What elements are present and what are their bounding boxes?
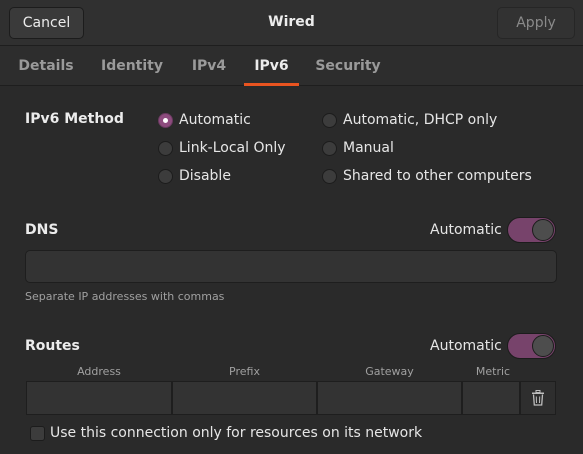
radio-label: Shared to other computers <box>343 168 532 184</box>
routes-automatic-switch[interactable] <box>507 333 556 359</box>
radio-unchecked-icon <box>322 140 337 156</box>
radio-automatic-dhcp-only[interactable]: Automatic, DHCP only <box>322 110 497 130</box>
route-gateway-input[interactable] <box>317 381 462 415</box>
checkbox-label: Use this connection only for resources o… <box>50 425 423 441</box>
radio-unchecked-icon <box>158 168 173 184</box>
radio-label: Automatic <box>179 112 251 128</box>
switch-knob <box>532 335 554 357</box>
radio-shared-to-other-computers[interactable]: Shared to other computers <box>322 166 532 186</box>
dns-automatic-label: Automatic <box>430 222 502 238</box>
only-local-resources-checkbox[interactable]: Use this connection only for resources o… <box>30 425 422 441</box>
radio-unchecked-icon <box>322 112 337 128</box>
route-address-input[interactable] <box>26 381 172 415</box>
dns-hint: Separate IP addresses with commas <box>25 290 225 303</box>
routes-title: Routes <box>25 338 80 354</box>
checkbox-unchecked-icon <box>30 425 45 441</box>
route-row <box>26 381 556 415</box>
delete-route-button[interactable] <box>520 381 556 415</box>
ipv6-method-title: IPv6 Method <box>25 111 124 127</box>
column-header-metric: Metric <box>475 365 511 378</box>
route-prefix-input[interactable] <box>172 381 317 415</box>
radio-automatic[interactable]: Automatic <box>158 110 251 130</box>
radio-checked-icon <box>158 112 173 128</box>
routes-automatic-label: Automatic <box>430 338 502 354</box>
tab-identity[interactable]: Identity <box>92 46 172 86</box>
column-header-prefix: Prefix <box>229 365 260 378</box>
dns-title: DNS <box>25 222 59 238</box>
route-metric-input[interactable] <box>462 381 520 415</box>
column-header-gateway: Gateway <box>365 365 414 378</box>
radio-label: Automatic, DHCP only <box>343 112 498 128</box>
radio-unchecked-icon <box>158 140 173 156</box>
radio-manual[interactable]: Manual <box>322 138 394 158</box>
trash-icon <box>532 390 544 406</box>
tab-details[interactable]: Details <box>10 46 82 86</box>
radio-disable[interactable]: Disable <box>158 166 231 186</box>
column-header-address: Address <box>77 365 121 378</box>
dns-automatic-switch[interactable] <box>507 217 556 243</box>
dns-input[interactable] <box>25 250 557 283</box>
tab-ipv6[interactable]: IPv6 <box>244 46 299 86</box>
radio-label: Link-Local Only <box>179 140 286 156</box>
tab-bar: Details Identity IPv4 IPv6 Security <box>0 46 583 86</box>
radio-label: Disable <box>179 168 231 184</box>
header-bar: Cancel Wired Apply <box>0 0 583 46</box>
switch-knob <box>532 219 554 241</box>
radio-label: Manual <box>343 140 394 156</box>
tab-security[interactable]: Security <box>308 46 388 86</box>
tab-ipv4[interactable]: IPv4 <box>182 46 236 86</box>
radio-unchecked-icon <box>322 168 337 184</box>
radio-link-local-only[interactable]: Link-Local Only <box>158 138 286 158</box>
apply-button[interactable]: Apply <box>497 7 575 39</box>
dialog-title: Wired <box>268 14 315 30</box>
